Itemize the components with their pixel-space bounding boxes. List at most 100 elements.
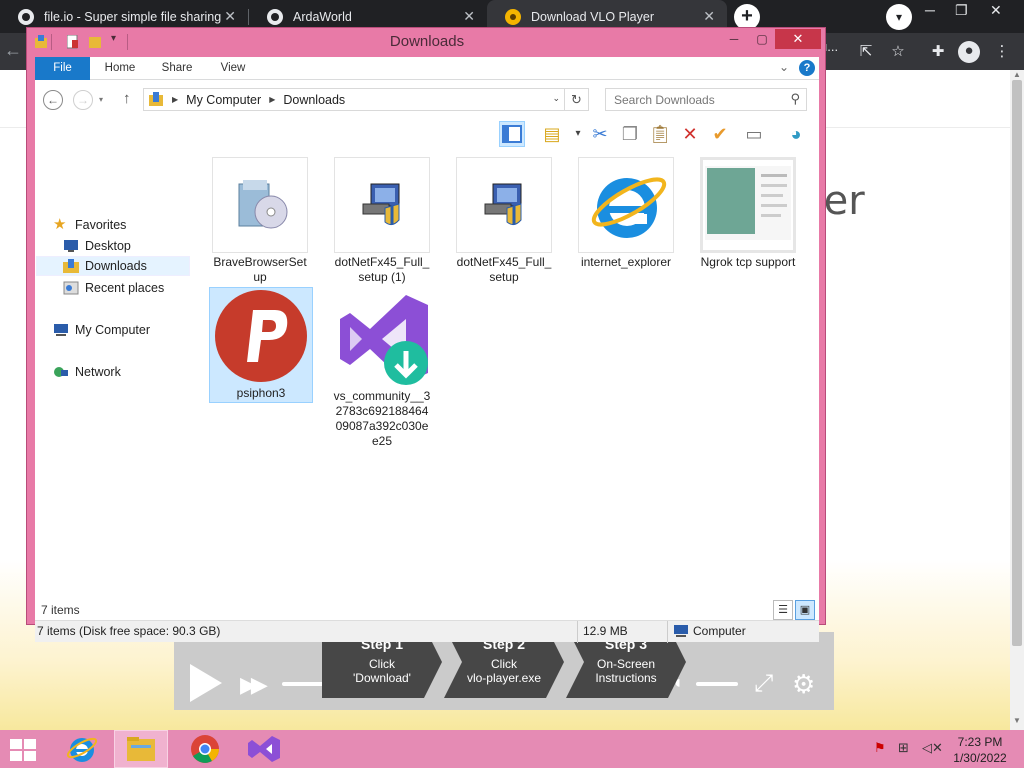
tab-file[interactable]: File — [35, 57, 90, 80]
search-input[interactable]: Search Downloads ⚲ — [605, 88, 807, 111]
back-arrow-icon[interactable]: ← — [4, 40, 22, 61]
close-tab-icon[interactable]: ✕ — [463, 8, 475, 25]
visual-studio-icon — [248, 736, 280, 762]
tab-share[interactable]: Share — [153, 57, 201, 80]
folder-properties-icon[interactable] — [35, 35, 47, 49]
menu-kebab-icon[interactable]: ⋮ — [992, 42, 1012, 62]
fullscreen-icon[interactable]: ⤢ — [754, 670, 773, 698]
file-name: vs_community__32783c69218846409087a392c0… — [333, 389, 431, 448]
share-icon[interactable]: ⇱ — [856, 42, 876, 62]
refresh-button[interactable]: ↻ — [565, 88, 589, 111]
properties-icon[interactable] — [67, 35, 79, 49]
chrome-icon — [191, 735, 219, 763]
close-tab-icon[interactable]: ✕ — [703, 8, 715, 25]
move-to-folder-icon[interactable]: ▤ — [539, 121, 565, 147]
nav-network[interactable]: Network — [53, 362, 121, 382]
ribbon-tabs: File Home Share View ⌄ ? — [35, 57, 819, 80]
breadcrumb-my-computer[interactable]: My Computer — [186, 93, 261, 107]
network-tray-icon[interactable]: ⊞ — [898, 740, 909, 756]
forward-button[interactable]: → — [73, 90, 93, 110]
recent-locations-icon[interactable]: ▾ — [99, 95, 103, 104]
nav-my-computer[interactable]: My Computer — [53, 320, 150, 340]
qat-dropdown-icon[interactable]: ▾ — [111, 33, 123, 47]
taskbar-visual-studio-installer[interactable] — [236, 730, 290, 768]
restore-icon[interactable]: ❐ — [955, 2, 968, 19]
cut-icon[interactable]: ✂ — [587, 121, 613, 147]
close-window-icon[interactable]: ✕ — [990, 2, 1002, 19]
minimize-button[interactable]: ─ — [721, 29, 747, 49]
play-icon[interactable] — [190, 664, 222, 702]
volume-muted-icon[interactable]: ◁✕ — [922, 740, 943, 756]
close-tab-icon[interactable]: ✕ — [224, 8, 236, 25]
settings-gear-icon[interactable]: ⚙ — [792, 669, 815, 700]
expand-ribbon-icon[interactable]: ⌄ — [779, 60, 789, 74]
close-button[interactable]: ✕ — [775, 29, 821, 49]
explorer-window: Downloads ▾ ─ ▢ ✕ File Home Share View ⌄… — [26, 27, 826, 643]
scroll-up-arrow-icon[interactable]: ▲ — [1013, 70, 1021, 79]
maximize-button[interactable]: ▢ — [749, 29, 775, 49]
details-view-icon[interactable]: ☰ — [773, 600, 793, 620]
tab-title: Download VLO Player — [531, 9, 654, 24]
nav-favorites[interactable]: ★ Favorites — [53, 215, 126, 235]
new-folder-icon[interactable] — [89, 35, 101, 49]
breadcrumb-separator-icon: ▶ — [269, 95, 276, 104]
file-explorer-icon — [127, 737, 155, 761]
address-bar[interactable]: ▶ My Computer ▶ Downloads ⌄ — [143, 88, 565, 111]
taskbar-file-explorer[interactable] — [114, 730, 168, 768]
qat-divider — [127, 34, 128, 50]
file-item-selected[interactable]: psiphon3 — [209, 287, 313, 403]
file-name: psiphon3 — [236, 386, 286, 400]
step-line-2: Instructions — [595, 671, 657, 685]
volume-slider[interactable] — [696, 682, 738, 686]
scrollbar-thumb[interactable] — [1012, 80, 1022, 646]
properties-panel-icon[interactable]: ▭ — [741, 121, 767, 147]
preview-pane-icon[interactable] — [499, 121, 525, 147]
explorer-body: File Home Share View ⌄ ? ← → ▾ ↑ ▶ My Co… — [35, 57, 819, 620]
file-name: dotNetFx45_Full_setup (1) — [334, 255, 430, 284]
delete-icon[interactable]: ✕ — [677, 121, 703, 147]
file-item[interactable]: dotNetFx45_Full_setup (1) — [333, 157, 431, 285]
address-dropdown-icon[interactable]: ⌄ — [552, 93, 560, 104]
copy-icon[interactable]: ❐ — [617, 121, 643, 147]
extensions-icon[interactable]: ✚ — [928, 42, 948, 62]
rename-checkmark-icon[interactable]: ✔ — [707, 121, 733, 147]
step-line-2: 'Download' — [353, 671, 411, 685]
back-button[interactable]: ← — [43, 90, 63, 110]
windows-start-icon[interactable] — [10, 739, 38, 761]
file-item[interactable]: dotNetFx45_Full_setup — [455, 157, 553, 285]
tab-title: file.io - Super simple file sharing — [44, 9, 222, 24]
tab-home[interactable]: Home — [97, 57, 143, 80]
bookmark-star-icon[interactable]: ☆ — [888, 42, 908, 62]
minimize-icon[interactable]: ─ — [925, 2, 935, 18]
globe-network-icon[interactable]: ◕ — [783, 121, 809, 147]
taskbar-chrome[interactable] — [178, 730, 232, 768]
file-item[interactable]: vs_community__32783c69218846409087a392c0… — [333, 291, 431, 449]
psiphon-icon — [213, 288, 309, 384]
taskbar-internet-explorer[interactable] — [56, 730, 110, 768]
vlo-favicon-icon — [505, 8, 521, 25]
nav-label: Downloads — [85, 259, 147, 273]
star-icon: ★ — [53, 216, 67, 233]
taskbar-clock[interactable]: 7:23 PM 1/30/2022 — [950, 734, 1010, 766]
large-icons-view-icon[interactable]: ▣ — [795, 600, 815, 620]
scroll-down-arrow-icon[interactable]: ▼ — [1013, 716, 1021, 725]
help-icon[interactable]: ? — [799, 60, 815, 76]
navigation-bar: ← → ▾ ↑ ▶ My Computer ▶ Downloads ⌄ ↻ Se… — [35, 81, 819, 117]
nav-downloads[interactable]: Downloads — [36, 256, 190, 276]
setup-shield-icon — [334, 157, 430, 253]
breadcrumb-downloads[interactable]: Downloads — [283, 93, 345, 107]
nav-recent-places[interactable]: Recent places — [63, 278, 164, 298]
tab-view[interactable]: View — [211, 57, 255, 80]
globe-icon — [267, 8, 283, 25]
paste-icon[interactable]: 📋︎ — [647, 121, 673, 147]
fast-forward-icon[interactable]: ▶▶ — [240, 672, 268, 698]
file-item[interactable]: internet_explorer — [577, 157, 675, 270]
file-item[interactable]: BraveBrowserSetup — [211, 157, 309, 285]
nav-label: Desktop — [85, 239, 131, 253]
action-center-flag-icon[interactable]: ⚑ — [874, 740, 886, 756]
up-arrow-icon[interactable]: ↑ — [123, 90, 131, 107]
tab-search-button[interactable]: ▾ — [886, 4, 912, 30]
profile-avatar-icon[interactable]: ● — [958, 41, 980, 63]
file-item[interactable]: Ngrok tcp support — [699, 157, 797, 270]
nav-desktop[interactable]: Desktop — [63, 236, 131, 256]
